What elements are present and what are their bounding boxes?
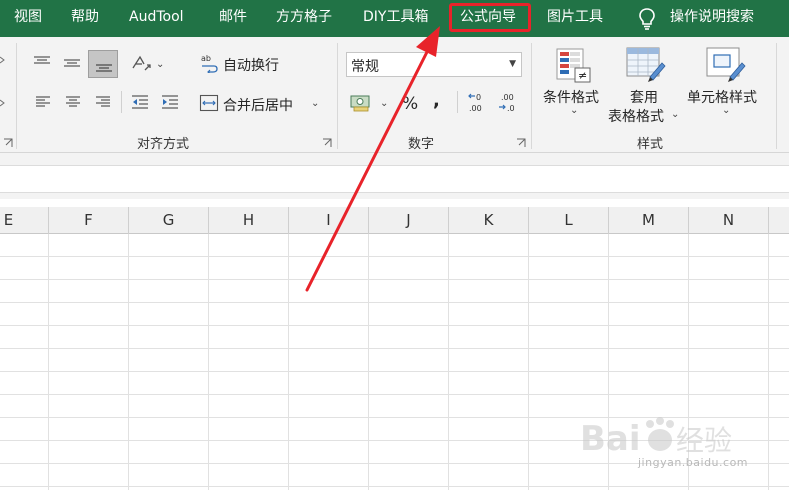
dialog-launcher-icon[interactable] (516, 138, 526, 148)
chevron-down-icon[interactable]: ⌄ (722, 105, 730, 116)
gridline-vertical (48, 234, 49, 490)
align-bottom-button[interactable] (88, 50, 118, 78)
gridline-vertical (448, 234, 449, 490)
table-format-label-line1: 套用 (630, 90, 658, 106)
column-header-G[interactable]: G (129, 207, 209, 234)
increase-indent-icon[interactable] (160, 93, 180, 111)
gridline-horizontal (0, 325, 789, 326)
column-header-M[interactable]: M (609, 207, 689, 234)
number-format-value: 常规 (351, 59, 379, 75)
cell-styles-icon[interactable] (706, 47, 746, 85)
merge-center-icon (199, 94, 219, 112)
wrap-text-button[interactable]: 自动换行 (223, 55, 279, 75)
chevron-down-icon[interactable]: ⌄ (671, 109, 679, 120)
align-bottom-icon (96, 64, 112, 72)
gridline-vertical (208, 234, 209, 490)
gridline-vertical (368, 234, 369, 490)
decrease-decimal-icon[interactable]: .00.0 (496, 91, 520, 115)
comma-style-button[interactable]: , (433, 90, 440, 111)
align-right-icon[interactable] (94, 93, 112, 111)
align-top-icon[interactable] (32, 53, 52, 73)
cell-styles-button[interactable]: 单元格样式 (687, 87, 757, 107)
number-format-dropdown[interactable]: 常规 ▼ (346, 52, 522, 77)
chevron-down-icon[interactable]: ⌄ (156, 59, 164, 70)
ribbon-body: ⌄ ab 自动换行 合并后居中 ⌄ 对齐方式 常规 ▼ ⌄ % , 0.00 .… (0, 37, 789, 153)
clipped-control-icon (0, 56, 5, 64)
align-left-icon[interactable] (34, 93, 52, 111)
tab-view[interactable]: 视图 (14, 0, 42, 37)
gridline-horizontal (0, 302, 789, 303)
column-header-F[interactable]: F (49, 207, 129, 234)
increase-decimal-icon[interactable]: 0.00 (466, 91, 490, 115)
baidu-watermark: Bai 经验 (580, 417, 732, 459)
tell-me-search[interactable]: 操作说明搜索 (670, 0, 754, 37)
column-header-row: E F G H I J K L M N (0, 207, 789, 234)
wrap-text-icon: ab (201, 54, 218, 73)
watermark-url: jingyan.baidu.com (638, 456, 749, 469)
gridline-horizontal (0, 394, 789, 395)
column-header-N[interactable]: N (689, 207, 769, 234)
decrease-indent-icon[interactable] (130, 93, 150, 111)
svg-text:.00: .00 (469, 104, 482, 113)
svg-text:.0: .0 (507, 104, 515, 113)
table-format-button[interactable]: 表格格式 (608, 106, 664, 126)
tab-audtool[interactable]: AudTool (129, 0, 184, 37)
dialog-launcher-icon[interactable] (3, 138, 13, 148)
highlight-box (449, 3, 531, 32)
svg-text:Bai: Bai (580, 419, 641, 459)
gridline-horizontal (0, 279, 789, 280)
gridline-horizontal (0, 486, 789, 487)
gridline-vertical (128, 234, 129, 490)
svg-text:ab: ab (201, 54, 211, 63)
chevron-down-icon: ▼ (509, 59, 516, 69)
formula-bar-area (0, 153, 789, 199)
lightbulb-icon (639, 8, 655, 30)
group-label-alignment: 对齐方式 (137, 137, 190, 152)
column-header-L[interactable]: L (529, 207, 609, 234)
tab-picture-tools[interactable]: 图片工具 (547, 0, 603, 37)
tab-fangfang-grid[interactable]: 方方格子 (276, 0, 332, 37)
tab-diy-toolbox[interactable]: DIY工具箱 (363, 0, 428, 37)
gridline-horizontal (0, 371, 789, 372)
align-center-icon[interactable] (64, 93, 82, 111)
svg-text:经验: 经验 (676, 424, 732, 457)
orientation-icon[interactable] (130, 52, 152, 74)
conditional-format-icon[interactable]: ≠ (556, 48, 592, 84)
table-format-icon[interactable] (626, 47, 666, 85)
currency-icon[interactable] (350, 93, 372, 113)
svg-text:.00: .00 (501, 93, 514, 102)
column-header-J[interactable]: J (369, 207, 449, 234)
gridline-vertical (528, 234, 529, 490)
group-label-styles: 样式 (637, 137, 664, 152)
chevron-down-icon[interactable]: ⌄ (380, 98, 388, 109)
merge-center-button[interactable]: 合并后居中 (223, 95, 293, 115)
conditional-format-button[interactable]: 条件格式 (543, 87, 599, 107)
clipped-control-icon (0, 99, 5, 107)
column-header-E[interactable]: E (0, 207, 49, 234)
svg-text:≠: ≠ (578, 69, 587, 82)
ribbon-tabs-bar: 视图 帮助 AudTool 邮件 方方格子 DIY工具箱 公式向导 图片工具 操… (0, 0, 789, 37)
formula-input[interactable] (0, 165, 789, 193)
column-header-I[interactable]: I (289, 207, 369, 234)
column-header-H[interactable]: H (209, 207, 289, 234)
tab-help[interactable]: 帮助 (71, 0, 99, 37)
gridline-horizontal (0, 256, 789, 257)
group-label-number: 数字 (408, 137, 435, 152)
chevron-down-icon[interactable]: ⌄ (311, 98, 319, 109)
dialog-launcher-icon[interactable] (322, 138, 332, 148)
gridline-vertical (288, 234, 289, 490)
chevron-down-icon[interactable]: ⌄ (570, 105, 578, 116)
column-header-K[interactable]: K (449, 207, 529, 234)
percent-style-button[interactable]: % (402, 94, 418, 114)
gridline-horizontal (0, 348, 789, 349)
tab-mail[interactable]: 邮件 (219, 0, 247, 37)
svg-text:0: 0 (476, 93, 481, 102)
align-middle-icon[interactable] (62, 53, 82, 73)
